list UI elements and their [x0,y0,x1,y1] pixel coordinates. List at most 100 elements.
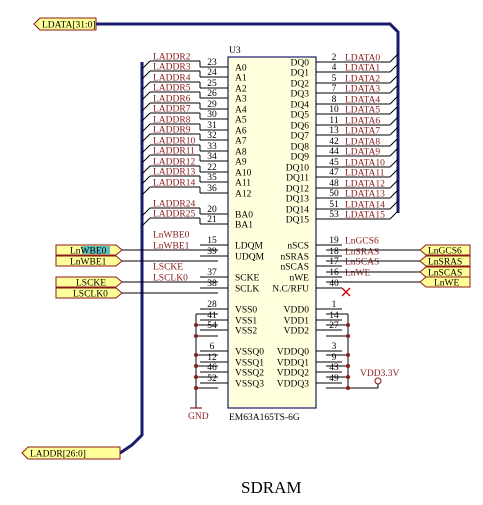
pin-name: DQ8 [291,143,310,153]
pin-number: 30 [207,110,217,120]
pin-number: 41 [207,311,217,321]
net-label: LADDR8 [153,116,191,126]
pin-name: DQ0 [291,59,310,69]
lnwbe1-port[interactable]: LnWBE1 [55,255,123,268]
pin-number: 31 [207,121,217,131]
net-label: LDATA13 [345,190,385,200]
pin-name: VDD0 [284,306,310,316]
lnwbe0-port-label: LnWBE0 [70,247,107,257]
no-connect-marker [341,287,351,297]
pin-number: 44 [329,147,339,157]
pin-name: SCKE [235,274,259,284]
net-label: LDATA2 [345,75,380,85]
pin-name: A10 [235,169,252,179]
gnd-junction [194,375,198,379]
pin-number: 50 [329,189,339,199]
pin-number: 26 [207,89,217,99]
pin-name: N.C/RFU [272,285,309,295]
pin-name: DQ1 [291,69,310,79]
net-label: LDATA3 [345,85,380,95]
schematic-svg: LDATA[31:0] LADDR[26:0] U3 EM63A165TS-6G… [21,17,471,497]
pin-name: A11 [235,179,251,189]
net-label: LnWE [345,269,371,279]
lngcs6-port[interactable]: LnGCS6 [419,244,471,257]
pin-number: 19 [329,236,339,246]
gnd-junction [194,364,198,368]
laddr-bus-port-label: LADDR[26:0] [30,450,86,460]
lscke-port-label: LSCKE [76,279,106,289]
pin-number: 24 [207,68,217,78]
pin-number: 22 [207,163,217,173]
pin-name: DQ13 [286,195,309,205]
pin-number: 1 [332,300,337,310]
pin-name: A4 [235,106,247,116]
pin-name: DQ2 [291,80,310,90]
pin-number: 13 [329,126,339,136]
net-label: LDATA12 [345,180,385,190]
pin-name: nSRAS [280,253,309,263]
pin-name: BA1 [235,221,253,231]
net-label: LADDR11 [153,147,195,157]
pin-name: A12 [235,190,252,200]
pin-name: nSCAS [280,263,309,273]
net-label: LnSRAS [345,248,379,258]
net-label: LnWBE0 [153,231,190,241]
lscke-port[interactable]: LSCKE [55,276,123,289]
pin-number: 7 [332,84,337,94]
pin-name: VDDQ0 [277,348,309,358]
gnd-junction [194,386,198,390]
pin-number: 8 [332,95,337,105]
net-label: LADDR12 [153,158,195,168]
laddr-bus-port[interactable]: LADDR[26:0] [21,446,121,460]
net-label: LnSCAS [345,258,379,268]
pin-number: 37 [207,268,217,278]
lnsras-port-label: LnSRAS [428,258,462,268]
pin-number: 49 [329,374,339,384]
lsclk0-port[interactable]: LSCLK0 [55,287,123,300]
pin-number: 52 [207,374,217,384]
schematic-canvas: LDATA[31:0] LADDR[26:0] U3 EM63A165TS-6G… [0,0,483,505]
vdd-junction [346,353,350,357]
vdd-junction [346,364,350,368]
pin-number: 11 [329,116,338,126]
net-label: LADDR10 [153,137,195,147]
ldata-bus-port[interactable]: LDATA[31:0] [33,17,97,31]
net-label: LDATA4 [345,96,380,106]
sheet-title: SDRAM [241,478,301,497]
pin-number: 33 [207,142,217,152]
pin-number: 29 [207,100,217,110]
lnsras-port[interactable]: LnSRAS [419,255,471,268]
pin-number: 18 [329,247,339,257]
net-label: LDATA10 [345,159,385,169]
pin-name: DQ15 [286,216,309,226]
net-label: LADDR13 [153,168,195,178]
pin-name: VDDQ1 [277,359,309,369]
pin-number: 2 [332,53,337,63]
lnwbe0-port[interactable]: LnWBE0 [55,244,123,257]
net-label: LDATA7 [345,127,380,137]
pin-name: A0 [235,64,247,74]
pin-name: DQ14 [286,206,309,216]
pin-name: VDD1 [284,317,310,327]
pin-name: UDQM [235,253,265,263]
vdd-label: VDD3.3V [360,369,399,379]
pin-number: 3 [332,342,337,352]
pin-number: 42 [329,137,339,147]
net-label: LSCKE [153,263,183,273]
pin-number: 16 [329,268,339,278]
lnwe-port[interactable]: LnWE [419,276,471,289]
pin-number: 27 [329,321,339,331]
pin-name: A2 [235,85,247,95]
pin-name: VSSQ2 [235,369,264,379]
pin-number: 14 [329,311,339,321]
pin-name: DQ3 [291,90,310,100]
pin-name: BA0 [235,211,253,221]
pin-name: DQ5 [291,111,310,121]
vdd-junction [346,386,350,390]
pin-name: DQ7 [291,132,310,142]
net-label: LADDR3 [153,63,191,73]
pin-name: DQ9 [291,153,310,163]
lnwe-port-label: LnWE [434,279,460,289]
pin-name: LDQM [235,242,264,252]
pin-name: VSSQ1 [235,359,264,369]
